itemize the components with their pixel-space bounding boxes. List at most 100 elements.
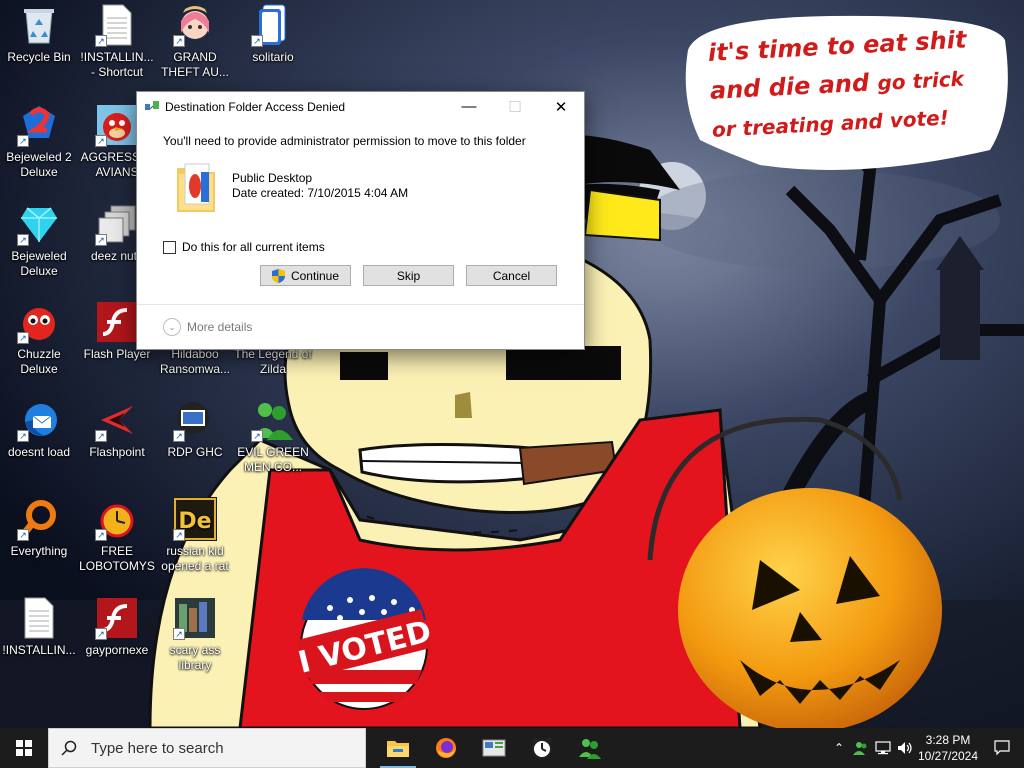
desktop-icon-label: RDP GHC xyxy=(167,445,223,459)
shortcut-arrow-icon: ↗ xyxy=(173,529,185,541)
desktop-icon-label: Bejeweled 2 Deluxe xyxy=(6,150,72,179)
desktop-icon-label: FREE LOBOTOMYS xyxy=(79,544,155,573)
speech-bubble-text: it's time to eat shit and die and go tri… xyxy=(707,19,993,148)
minimize-button[interactable]: — xyxy=(446,92,492,121)
media-app-icon xyxy=(482,739,506,757)
shortcut-arrow-icon: ↗ xyxy=(95,35,107,47)
stacked-windows-icon: ↗ xyxy=(95,202,139,246)
shortcut-arrow-icon: ↗ xyxy=(17,529,29,541)
bubble-line-2b: go trick xyxy=(876,66,965,96)
search-icon xyxy=(61,740,77,756)
recycle-bin-icon xyxy=(17,3,61,47)
desktop-icon[interactable]: !INSTALLIN... xyxy=(0,596,78,658)
skip-button[interactable]: Skip xyxy=(363,265,454,286)
file-move-icon xyxy=(145,100,159,110)
library-icon: ↗ xyxy=(173,596,217,640)
maximize-button[interactable]: ☐ xyxy=(492,92,538,121)
shortcut-arrow-icon: ↗ xyxy=(17,234,29,246)
diamond-icon: ↗ xyxy=(17,202,61,246)
shortcut-arrow-icon: ↗ xyxy=(17,332,29,344)
search-input[interactable] xyxy=(89,738,343,758)
volume-icon xyxy=(898,742,912,754)
flashpoint-icon: ↗ xyxy=(95,398,139,442)
desktop-icon-label: solitario xyxy=(252,50,294,64)
windows-logo-icon xyxy=(16,740,32,756)
angry-bird-icon: ↗ xyxy=(95,103,139,147)
access-denied-dialog: Destination Folder Access Denied — ☐ ✕ Y… xyxy=(136,91,585,350)
taskbar: ⌃ 3:28 PM 10/27/2024 xyxy=(0,728,1024,768)
document-icon: ↗ xyxy=(95,3,139,47)
rdp-icon: ↗ xyxy=(173,398,217,442)
shortcut-arrow-icon: ↗ xyxy=(95,135,107,147)
cancel-label: Cancel xyxy=(492,268,531,283)
more-details-toggle[interactable]: ⌄ More details xyxy=(163,318,252,336)
desktop-icon[interactable]: ↗ FREE LOBOTOMYS xyxy=(78,497,156,574)
taskbar-clock[interactable]: 3:28 PM 10/27/2024 xyxy=(916,732,980,764)
show-hidden-icons-button[interactable]: ⌃ xyxy=(828,728,850,768)
desktop-icon-label: Hildaboo Ransomwa... xyxy=(159,347,231,376)
shortcut-arrow-icon: ↗ xyxy=(251,430,263,442)
desktop-icon[interactable]: ↗ Bejeweled Deluxe xyxy=(0,202,78,279)
pumpkin-bucket xyxy=(678,488,942,728)
desktop-icon[interactable]: ↗ !INSTALLIN... - Shortcut xyxy=(78,3,156,80)
desktop-icon[interactable]: ↗ gaypornexe xyxy=(78,596,156,658)
desktop-icon-label: EVIL GREEN MEN CO... xyxy=(237,445,309,474)
flash-icon: ↗ xyxy=(95,596,139,640)
thunderbird-icon: ↗ xyxy=(17,398,61,442)
desktop-icon[interactable]: Recycle Bin xyxy=(0,3,78,65)
public-desktop-folder-icon xyxy=(177,163,215,212)
dialog-title: Destination Folder Access Denied xyxy=(165,99,346,114)
cancel-button[interactable]: Cancel xyxy=(466,265,557,286)
desktop-icon[interactable]: ↗ EVIL GREEN MEN CO... xyxy=(234,398,312,475)
taskbar-green-men[interactable] xyxy=(566,728,614,768)
desktop-icon[interactable]: ↗ Bejeweled 2 Deluxe xyxy=(0,103,78,180)
desktop-icon-label: GRAND THEFT AU... xyxy=(161,50,229,79)
desktop-icon[interactable]: ↗ Everything xyxy=(0,497,78,559)
network-icon xyxy=(875,741,891,755)
fire-clock-icon: ↗ xyxy=(95,497,139,541)
desktop-icon-label: russian kid opened a rat xyxy=(161,544,229,573)
desktop-icon[interactable]: De ↗ russian kid opened a rat xyxy=(156,497,234,574)
apply-all-checkbox-row[interactable]: Do this for all current items xyxy=(163,240,325,254)
desktop-icon[interactable]: ↗ solitario xyxy=(234,3,312,65)
shortcut-arrow-icon: ↗ xyxy=(173,430,185,442)
desktop-icon-label: Bejeweled Deluxe xyxy=(11,249,67,278)
more-details-label: More details xyxy=(187,320,253,334)
document-icon xyxy=(17,596,61,640)
shortcut-arrow-icon: ↗ xyxy=(17,430,29,442)
taskbar-firefox[interactable] xyxy=(422,728,470,768)
start-button[interactable] xyxy=(0,728,48,768)
anime-girl-icon: ↗ xyxy=(173,3,217,47)
continue-button[interactable]: Continue xyxy=(260,265,351,286)
system-tray: ⌃ 3:28 PM 10/27/2024 xyxy=(828,728,1024,768)
desktop-icon-label: Recycle Bin xyxy=(7,50,71,64)
desktop-icon[interactable]: ↗ Chuzzle Deluxe xyxy=(0,300,78,377)
desktop-icon[interactable]: ↗ scary ass library xyxy=(156,596,234,673)
desktop-icon-label: Flashpoint xyxy=(89,445,145,459)
apply-all-checkbox[interactable] xyxy=(163,240,176,254)
taskbar-file-explorer[interactable] xyxy=(374,728,422,768)
desktop-icon[interactable]: ↗ GRAND THEFT AU... xyxy=(156,3,234,80)
maximize-icon: ☐ xyxy=(508,98,522,116)
taskbar-media-app[interactable] xyxy=(470,728,518,768)
taskbar-alarm-clock[interactable] xyxy=(518,728,566,768)
notification-icon xyxy=(994,740,1010,756)
file-explorer-icon xyxy=(387,741,409,757)
close-button[interactable]: ✕ xyxy=(538,92,584,121)
tray-volume-icon[interactable] xyxy=(894,728,916,768)
dialog-titlebar[interactable]: Destination Folder Access Denied — ☐ ✕ xyxy=(137,92,584,121)
shortcut-arrow-icon: ↗ xyxy=(95,234,107,246)
taskbar-search[interactable] xyxy=(48,728,366,768)
action-center-button[interactable] xyxy=(980,728,1024,768)
desktop-icon[interactable]: ↗ doesnt load xyxy=(0,398,78,460)
dialog-message: You'll need to provide administrator per… xyxy=(163,134,526,148)
tray-network-icon[interactable] xyxy=(872,728,894,768)
desktop-icon[interactable]: ↗ RDP GHC xyxy=(156,398,234,460)
alarm-clock-icon xyxy=(532,737,552,759)
desktop-icon[interactable]: ↗ Flashpoint xyxy=(78,398,156,460)
tray-people-icon[interactable] xyxy=(850,728,872,768)
shortcut-arrow-icon: ↗ xyxy=(251,35,263,47)
everything-icon: ↗ xyxy=(17,497,61,541)
de-icon: De ↗ xyxy=(173,497,217,541)
desktop-icon-label: Everything xyxy=(10,544,68,558)
